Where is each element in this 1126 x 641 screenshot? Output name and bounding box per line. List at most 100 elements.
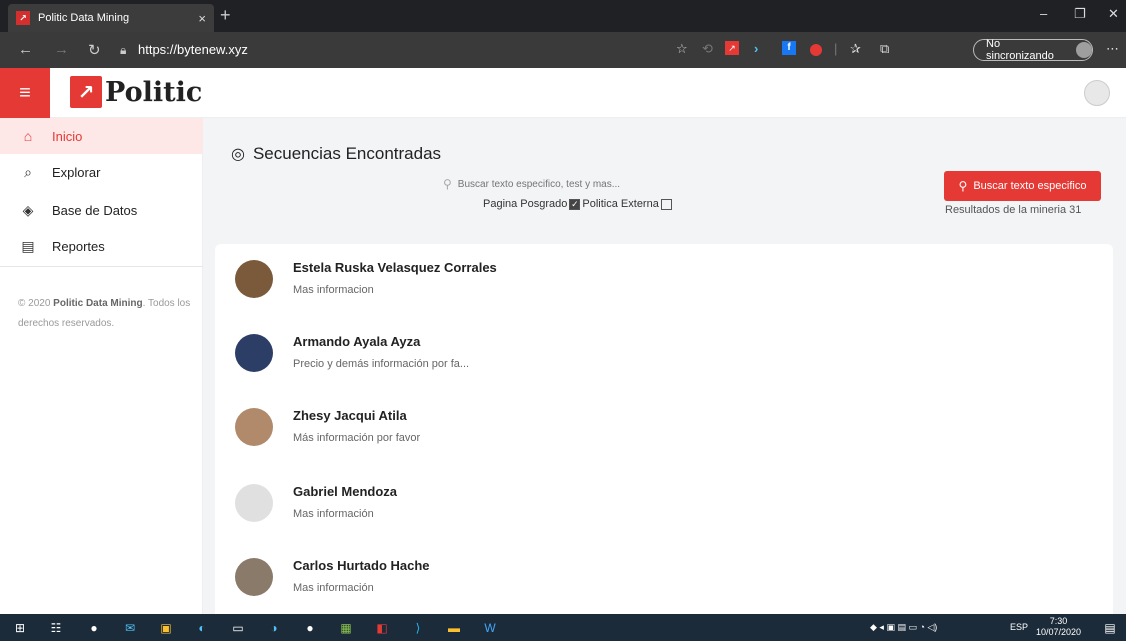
address-bar: ← → ↻ 🔒︎ https://bytenew.xyz ☆ ⟲ ↗ › f |… (0, 32, 1126, 68)
ext-politic-icon[interactable]: ↗ (725, 41, 739, 55)
avatar (235, 334, 273, 372)
app-logo[interactable]: ↗ Politic (70, 76, 202, 108)
sidebar-item-explorar[interactable]: ⌕ Explorar (0, 154, 203, 190)
profile-avatar (1076, 42, 1092, 58)
person-name: Gabriel Mendoza (293, 484, 398, 499)
ext-facebook-icon[interactable]: f (782, 41, 796, 55)
results-count: Resultados de la mineria 31 (945, 204, 1082, 216)
person-name: Carlos Hurtado Hache (293, 558, 430, 573)
copyright-prefix: © 2020 (18, 298, 54, 309)
person-name: Armando Ayala Ayza (293, 334, 421, 349)
close-window-icon[interactable]: ✕ (1108, 6, 1119, 22)
menu-toggle-button[interactable]: ≡ (0, 68, 50, 118)
notifications-icon[interactable]: ▤ (1100, 618, 1120, 638)
windows-start-icon[interactable]: ⊞ (10, 618, 30, 638)
share-icon[interactable]: ⟲ (702, 41, 713, 57)
task-view-icon[interactable]: ☷ (46, 618, 66, 638)
ext-red-icon[interactable] (810, 44, 822, 56)
url-field[interactable]: https://bytenew.xyz (138, 42, 248, 57)
person-message: Precio y demás información por fa... (293, 358, 470, 370)
list-item[interactable]: Zhesy Jacqui Atila Más información por f… (215, 392, 1113, 466)
list-item[interactable]: Carlos Hurtado Hache Mas información (215, 542, 1113, 616)
sidebar-item-label: Explorar (52, 164, 101, 180)
list-item[interactable]: Estela Ruska Velasquez Corrales Mas info… (215, 244, 1113, 318)
sequences-icon: ◎ (231, 146, 245, 163)
clock-time: 7:30 (1049, 616, 1068, 626)
search-button-label: Buscar texto especifico (973, 180, 1087, 192)
person-name: Estela Ruska Velasquez Corrales (293, 260, 497, 275)
sidebar-item-label: Base de Datos (52, 202, 138, 218)
sidebar-divider (0, 266, 203, 267)
language-indicator[interactable]: ESP (1010, 622, 1028, 632)
favorites-icon[interactable]: ✰ (850, 41, 861, 57)
sidebar-item-label: Reportes (52, 238, 105, 254)
person-message: Mas información (293, 582, 374, 594)
clock[interactable]: 7:30 10/07/2020 (1036, 616, 1081, 638)
politic-favicon-icon: ↗ (16, 11, 30, 25)
person-name: Zhesy Jacqui Atila (293, 408, 407, 423)
avatar (235, 408, 273, 446)
page-title: ◎ Secuencias Encontradas (231, 144, 441, 164)
sidebar-item-inicio[interactable]: ⌂ Inicio (0, 118, 203, 154)
list-item[interactable]: Gabriel Mendoza Mas información (215, 468, 1113, 542)
search-icon: ⌕ (24, 163, 32, 180)
sidebar-item-base-de-datos[interactable]: ◈ Base de Datos (0, 192, 203, 228)
editor-icon[interactable]: ▦ (336, 618, 356, 638)
search-icon: ⚲ (443, 177, 452, 191)
sync-button[interactable]: No sincronizando (973, 38, 1093, 62)
star-icon[interactable]: ☆ (676, 41, 688, 57)
home-icon: ⌂ (23, 128, 33, 144)
mail-icon[interactable]: ✉ (120, 618, 140, 638)
search-box: ⚲ (443, 174, 743, 194)
tab-close-icon[interactable]: × (198, 11, 206, 26)
app-header: ≡ ↗ Politic (0, 68, 1126, 118)
edge-icon[interactable]: ◐ (192, 618, 212, 638)
clock-date: 10/07/2020 (1036, 627, 1082, 637)
logo-text: Politic (105, 76, 203, 108)
ext-arrow-icon[interactable]: › (754, 41, 758, 56)
app-icon-2[interactable]: ● (300, 618, 320, 638)
taskbar: ⊞ ☷ ● ✉ ▣ ◐ ▭ ◑ ● ▦ ◧ ⟩ ▬ W ◆ ◂ ▣ ▤ ▭ ◔ … (0, 614, 1126, 641)
sidebar-item-label: Inicio (52, 128, 83, 144)
terminal-icon[interactable]: ▭ (228, 618, 248, 638)
people-list: Estela Ruska Velasquez Corrales Mas info… (215, 244, 1113, 624)
filter-externa-label: Politica Externa (582, 198, 659, 210)
copyright-brand: Politic Data Mining (53, 298, 143, 309)
minimize-icon[interactable]: – (1040, 6, 1047, 21)
restore-icon[interactable]: ❐ (1074, 6, 1086, 22)
search-input[interactable] (457, 178, 698, 190)
explorer-icon[interactable]: ▬ (444, 618, 464, 638)
new-tab-button[interactable]: + (220, 5, 231, 26)
word-icon[interactable]: W (480, 618, 500, 638)
user-avatar[interactable] (1084, 80, 1110, 106)
sidebar-item-reportes[interactable]: ▤ Reportes (0, 228, 203, 264)
forward-icon[interactable]: → (54, 41, 69, 58)
app-icon[interactable]: ● (84, 618, 104, 638)
edge-beta-icon[interactable]: ◑ (264, 618, 284, 638)
browser-tab-bar: ↗ Politic Data Mining × + – ❐ ✕ (0, 0, 1126, 32)
avatar (235, 260, 273, 298)
avatar (235, 484, 273, 522)
collections-icon[interactable]: ⧉ (880, 41, 889, 57)
main-content: ◎ Secuencias Encontradas ⚲ Pagina Posgra… (203, 118, 1126, 624)
list-item[interactable]: Armando Ayala Ayza Precio y demás inform… (215, 318, 1113, 392)
back-icon[interactable]: ← (18, 41, 33, 58)
lock-icon: 🔒︎ (120, 43, 127, 57)
filters: Pagina Posgrado ✓ Politica Externa (483, 198, 674, 210)
sync-label: No sincronizando (986, 38, 1054, 62)
more-icon[interactable]: ⋯ (1106, 41, 1119, 57)
layers-icon: ◈ (22, 201, 34, 218)
search-icon: ⚲ (958, 179, 968, 193)
search-text-button[interactable]: ⚲ Buscar texto especifico (944, 171, 1101, 201)
refresh-icon[interactable]: ↻ (88, 41, 101, 59)
tab-title: Politic Data Mining (38, 12, 130, 24)
filter-externa-checkbox[interactable] (660, 198, 672, 210)
store-icon[interactable]: ▣ (156, 618, 176, 638)
vscode-icon[interactable]: ⟩ (408, 618, 428, 638)
browser-tab[interactable]: ↗ Politic Data Mining × (8, 4, 214, 32)
tray-icons[interactable]: ◆ ◂ ▣ ▤ ▭ ◔ ◁) (870, 622, 937, 633)
chat-icon[interactable]: ◧ (372, 618, 392, 638)
clipboard-icon: ▤ (21, 237, 35, 254)
filter-posgrado-checkbox[interactable]: ✓ (569, 198, 581, 210)
copyright-text: © 2020 Politic Data Mining. Todos los de… (18, 294, 193, 334)
